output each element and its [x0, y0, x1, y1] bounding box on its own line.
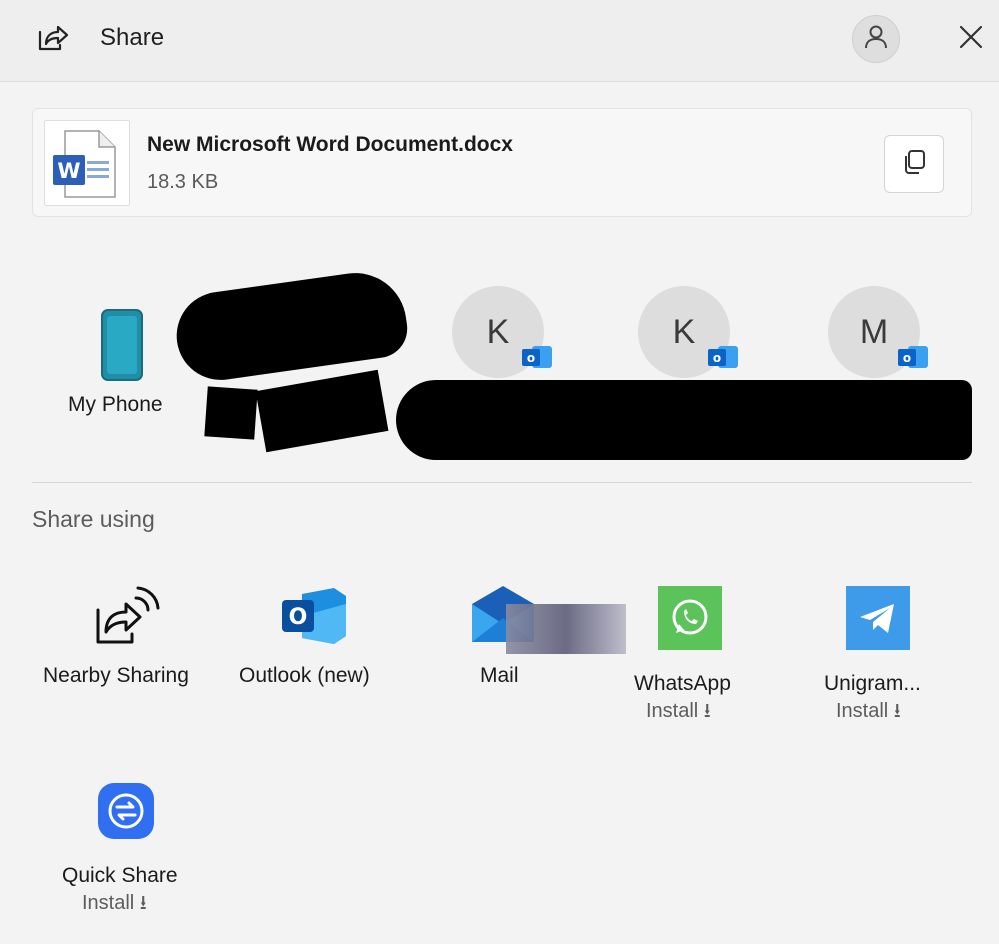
my-phone-label: My Phone [68, 393, 163, 416]
quick-share-icon [97, 782, 155, 845]
share-icon [36, 22, 70, 54]
nearby-sharing-icon [92, 584, 160, 655]
app-quick-share[interactable]: Quick Share Install ⭳ [56, 780, 206, 920]
copy-button[interactable] [884, 135, 944, 193]
file-card: W New Microsoft Word Document.docx 18.3 … [32, 108, 972, 217]
app-label: Unigram... [824, 672, 921, 695]
close-icon [958, 24, 984, 55]
redaction-mark [204, 386, 258, 440]
whatsapp-icon [658, 586, 722, 655]
word-document-icon: W [45, 121, 131, 212]
title-bar: Share [0, 0, 999, 82]
install-label: Install ⭳ [82, 892, 147, 914]
app-outlook[interactable]: O Outlook (new) [232, 580, 396, 700]
contact-initial: M [859, 312, 889, 351]
file-name: New Microsoft Word Document.docx [147, 133, 513, 156]
telegram-icon [846, 586, 910, 655]
phone-icon [100, 308, 144, 387]
section-divider [32, 482, 972, 483]
contact-initial: K [486, 312, 510, 351]
svg-text:o: o [527, 351, 535, 365]
svg-text:O: O [289, 605, 308, 630]
app-label: Nearby Sharing [43, 664, 189, 687]
copy-icon [900, 148, 928, 181]
file-thumbnail: W [44, 120, 130, 206]
outlook-icon: O [280, 586, 348, 651]
person-icon [864, 24, 888, 55]
file-size: 18.3 KB [147, 171, 219, 193]
app-label: WhatsApp [634, 672, 731, 695]
install-label: Install ⭳ [836, 700, 901, 722]
close-button[interactable] [952, 20, 990, 58]
app-nearby-sharing[interactable]: Nearby Sharing [36, 580, 216, 700]
svg-text:o: o [713, 351, 721, 365]
outlook-icon: o [896, 340, 930, 374]
install-label: Install ⭳ [646, 700, 711, 722]
redaction-mark [396, 380, 972, 460]
svg-text:o: o [903, 351, 911, 365]
share-using-title: Share using [32, 506, 155, 532]
redaction-mark [170, 266, 412, 386]
contact-initial: K [672, 312, 696, 351]
account-button[interactable] [852, 15, 900, 63]
outlook-icon: o [520, 340, 554, 374]
dialog-title: Share [100, 24, 165, 51]
app-label: Quick Share [62, 864, 178, 887]
outlook-icon: o [706, 340, 740, 374]
svg-text:W: W [57, 159, 80, 183]
redaction-blur [506, 604, 626, 654]
app-mail[interactable]: Mail [450, 580, 630, 700]
app-unigram[interactable]: Unigram... Install ⭳ [818, 580, 958, 722]
app-label: Outlook (new) [239, 664, 370, 687]
redaction-mark [255, 369, 389, 453]
app-label: Mail [480, 664, 519, 687]
app-whatsapp[interactable]: WhatsApp Install ⭳ [628, 580, 758, 722]
